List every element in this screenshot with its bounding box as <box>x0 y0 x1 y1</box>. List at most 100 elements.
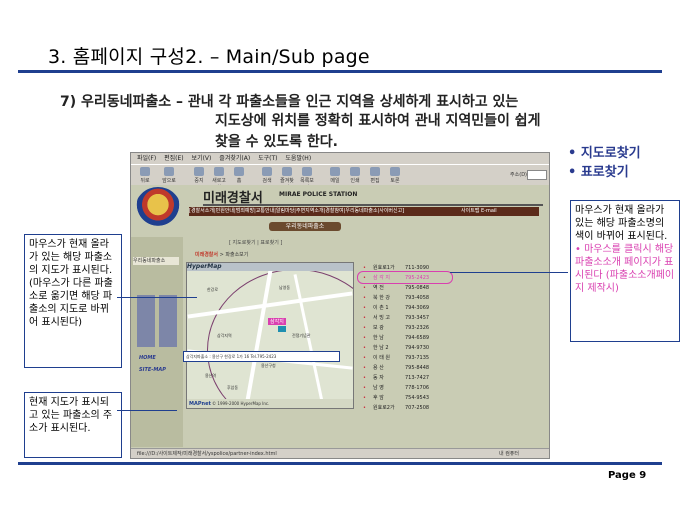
mail-button[interactable]: 메일 <box>327 167 343 184</box>
forward-button[interactable]: 앞으로 <box>161 167 177 184</box>
bullet-icon: • <box>363 405 366 411</box>
page-number: Page 9 <box>608 470 647 481</box>
list-item[interactable]: • 용 산 795-8448 <box>359 363 451 373</box>
list-item[interactable]: • 보 광 793-2326 <box>359 323 451 333</box>
list-item[interactable]: • 동 자 713-7427 <box>359 373 451 383</box>
station-pin-icon <box>278 326 286 332</box>
browser-screenshot: 파일(F) 편집(E) 보기(V) 즐겨찾기(A) 도구(T) 도움말(H) 뒤… <box>130 152 550 459</box>
bullet-icon: • <box>363 355 366 361</box>
list-item[interactable]: • 이 태 원 793-7135 <box>359 353 451 363</box>
history-icon <box>302 167 312 176</box>
police-emblem-logo[interactable] <box>135 187 181 231</box>
address-label: 주소(D) <box>510 172 527 178</box>
list-item[interactable]: • 북 한 강 793-4058 <box>359 293 451 303</box>
connector-left <box>117 297 197 298</box>
station-map[interactable]: HyperMap 한강로 삼각지역 전쟁기념관 국방부 용산구청 용산역 남영동… <box>186 262 354 409</box>
connector-right <box>450 272 568 273</box>
list-item[interactable]: • 역 전 795-0848 <box>359 283 451 293</box>
bullet-icon: • <box>363 345 366 351</box>
menu-help[interactable]: 도움말(H) <box>285 155 311 162</box>
callout-map-description: 마우스가 현재 올라가 있는 해당 파출소의 지도가 표시된다. (마우스가 다… <box>24 234 122 368</box>
bullet-map-search: • 지도로찾기 <box>568 146 641 161</box>
search-button[interactable]: 검색 <box>259 167 275 184</box>
map-label: 삼각지역 <box>217 333 232 338</box>
list-item[interactable]: • 한 남 794-6589 <box>359 333 451 343</box>
bullet-icon: • <box>363 275 366 281</box>
breadcrumb-site[interactable]: 미래경찰서 <box>195 252 218 258</box>
heading-line-2: 지도상에 위치를 정확히 표시하여 관내 지역민들이 쉽게 <box>215 113 541 129</box>
heading-line-3: 찾을 수 있도록 한다. <box>215 134 338 150</box>
stop-button[interactable]: 중지 <box>191 167 207 184</box>
police-figures-image <box>137 295 177 347</box>
search-icon <box>262 167 272 176</box>
menu-view[interactable]: 보기(V) <box>192 155 212 162</box>
connector-bottom <box>117 410 177 411</box>
bullet-icon: • <box>363 375 366 381</box>
edit-button[interactable]: 편집 <box>367 167 383 184</box>
refresh-icon <box>214 167 224 176</box>
address-input[interactable] <box>527 170 547 180</box>
forward-icon <box>164 167 174 176</box>
back-icon <box>140 167 150 176</box>
map-label: 후암동 <box>227 385 239 390</box>
breadcrumb: 미래경찰서 > 파출소보기 <box>195 251 248 258</box>
breadcrumb-current: > 파출소보기 <box>218 252 249 258</box>
site-title-english: MIRAE POLICE STATION <box>279 191 358 198</box>
slide-title: 3. 홈페이지 구성2. – Main/Sub page <box>48 46 370 68</box>
list-item[interactable]: • 서 빙 고 793-3457 <box>359 313 451 323</box>
mail-icon <box>330 167 340 176</box>
page-content: 미래경찰서 MIRAE POLICE STATION [경찰서소개|민원안내|범… <box>131 185 549 448</box>
list-item[interactable]: • 원효로1가 711-3090 <box>359 263 451 273</box>
status-zone: 내 컴퓨터 <box>499 451 519 457</box>
back-button[interactable]: 뒤로 <box>137 167 153 184</box>
home-button[interactable]: 홈 <box>231 167 247 184</box>
bullet-icon: • <box>363 395 366 401</box>
list-item[interactable]: • 삼 각 지 795-2423 <box>359 273 451 283</box>
discuss-button[interactable]: 토론 <box>387 167 403 184</box>
bullet-icon: • <box>363 365 366 371</box>
footer-line <box>18 462 662 465</box>
home-icon <box>234 167 244 176</box>
map-footer: MAPnet © 1999-2000 HyperMap Inc. <box>187 399 353 408</box>
sitemap-link[interactable]: SITE-MAP <box>139 367 166 373</box>
menu-favorites[interactable]: 즐겨찾기(A) <box>219 155 250 162</box>
mapnet-logo: MAPnet <box>189 401 211 407</box>
home-link[interactable]: HOME <box>139 355 156 361</box>
station-address: 삼각지파출소 : 용산구 한강로 1가 16 Tel.795-2423 <box>186 354 277 359</box>
list-item[interactable]: • 원효로2가 707-2508 <box>359 403 451 413</box>
callout-right-text: 마우스가 현재 올라가 있는 해당 파출소명의 색이 바뀌어 표시된다. <box>575 205 668 242</box>
browser-statusbar: file:///D:/사이트제작/미래경찰서/yspolice/partner-… <box>131 448 549 458</box>
status-url: file:///D:/사이트제작/미래경찰서/yspolice/partner-… <box>137 451 277 457</box>
heading-line-1: 7) 우리동네파출소 – 관내 각 파출소들을 인근 지역을 상세하게 표시하고… <box>60 94 519 110</box>
bullet-icon: • <box>363 335 366 341</box>
bullet-icon: • <box>363 285 366 291</box>
printer-icon <box>350 167 360 176</box>
sidebar-item-local-station[interactable]: 우리동네파출소 <box>133 257 179 265</box>
list-item[interactable]: • 후 암 754-9543 <box>359 393 451 403</box>
map-station-label[interactable]: 삼각지 <box>268 318 286 325</box>
view-mode-links[interactable]: [ 지도로찾기 | 표로찾기 ] <box>229 239 282 246</box>
bullet-icon: • <box>363 295 366 301</box>
browser-menubar: 파일(F) 편집(E) 보기(V) 즐겨찾기(A) 도구(T) 도움말(H) <box>131 153 549 164</box>
site-util-links[interactable]: 사이트맵 E-mail <box>461 207 497 216</box>
menu-tools[interactable]: 도구(T) <box>258 155 277 162</box>
list-item[interactable]: • 한 남 2 794-9730 <box>359 343 451 353</box>
list-item[interactable]: • 남 영 778-1706 <box>359 383 451 393</box>
header-divider <box>203 204 543 206</box>
section-banner: 우리동네파출소 <box>269 222 341 231</box>
menu-edit[interactable]: 편집(E) <box>164 155 184 162</box>
menu-file[interactable]: 파일(F) <box>137 155 156 162</box>
map-header: HyperMap <box>187 263 353 271</box>
print-button[interactable]: 인쇄 <box>347 167 363 184</box>
map-copyright: © 1999-2000 HyperMap Inc. <box>212 401 270 406</box>
discuss-icon <box>390 167 400 176</box>
bullet-icon: • <box>363 265 366 271</box>
stop-icon <box>194 167 204 176</box>
title-underline <box>18 70 662 73</box>
bullet-icon: • <box>363 305 366 311</box>
list-item[interactable]: • 이 촌 1 794-3069 <box>359 303 451 313</box>
station-address-box: 삼각지파출소 : 용산구 한강로 1가 16 Tel.795-2423 <box>183 351 340 362</box>
map-label: 용산구청 <box>261 363 276 368</box>
feature-bullets: • 지도로찾기 • 표로찾기 <box>568 144 641 182</box>
map-label: 전쟁기념관 <box>292 333 311 338</box>
